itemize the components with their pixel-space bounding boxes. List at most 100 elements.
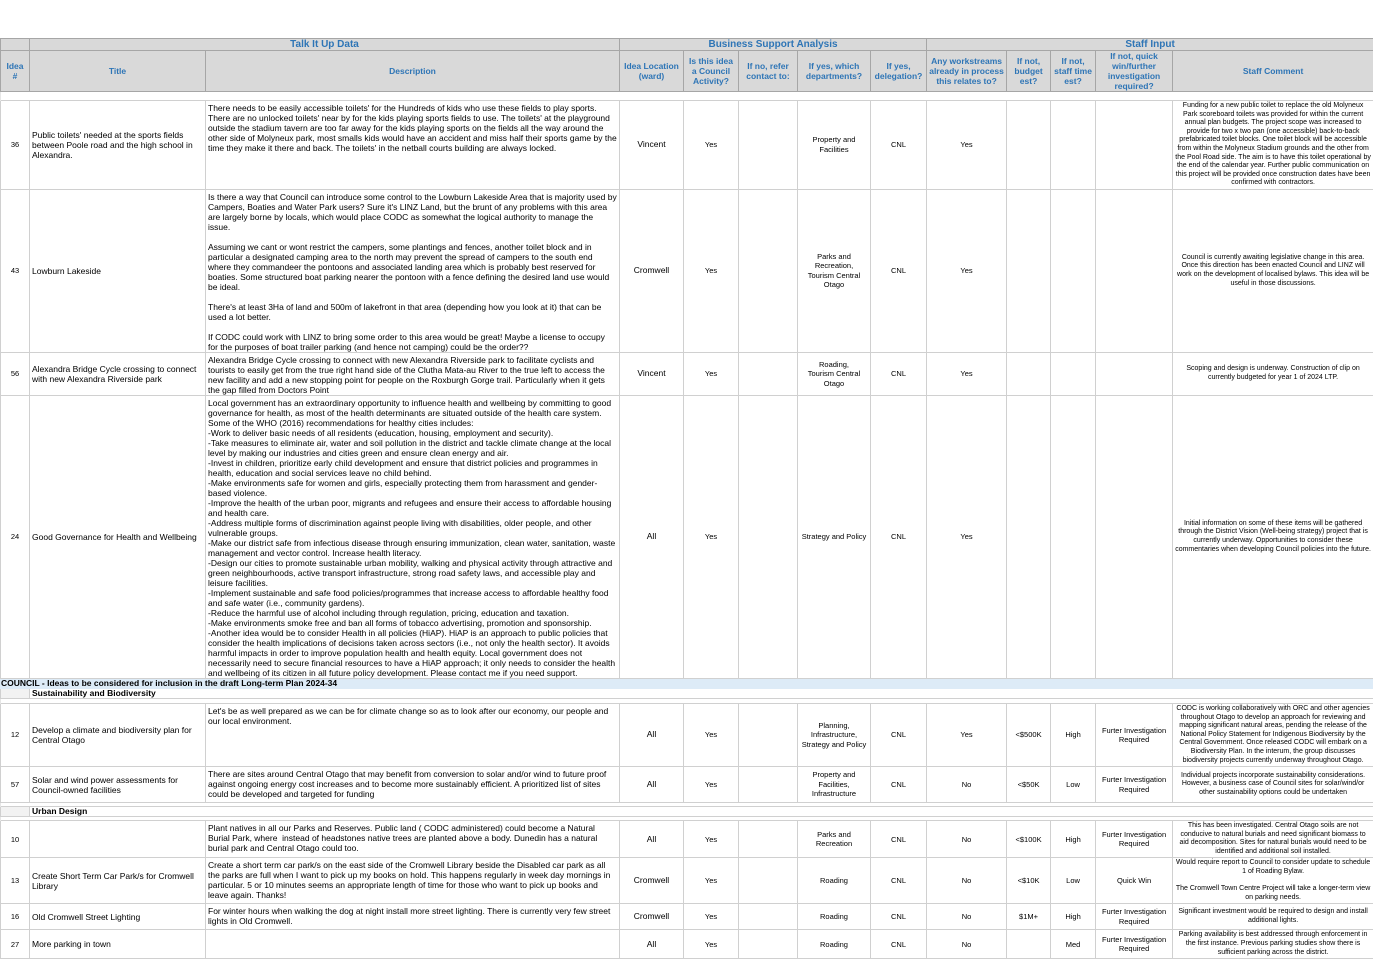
table-row[interactable]: 16Old Cromwell Street LightingFor winter… [1, 904, 1373, 930]
cell-idea-number[interactable]: 10 [1, 821, 30, 858]
cell-refer[interactable] [739, 395, 798, 678]
cell-workstreams[interactable]: Yes [927, 395, 1007, 678]
cell-staff-comment[interactable]: Parking availability is best addressed t… [1173, 930, 1373, 959]
cell-staff-comment[interactable]: Council is currently awaiting legislativ… [1173, 189, 1373, 352]
cell-departments[interactable]: Parks and Recreation, Tourism Central Ot… [798, 189, 871, 352]
cell-budget[interactable]: $1M+ [1007, 904, 1051, 930]
cell-departments[interactable]: Roading, Tourism Central Otago [798, 352, 871, 395]
cell-staff-time[interactable]: Low [1051, 858, 1096, 904]
cell-workstreams[interactable]: No [927, 930, 1007, 959]
table-row[interactable]: 57Solar and wind power assessments for C… [1, 767, 1373, 803]
cell-workstreams[interactable]: Yes [927, 189, 1007, 352]
cell-description[interactable]: For winter hours when walking the dog at… [206, 904, 620, 930]
cell-departments[interactable]: Parks and Recreation [798, 821, 871, 858]
col-header-workstreams[interactable]: Any workstreams already in process this … [927, 51, 1007, 92]
cell-description[interactable]: There are sites around Central Otago tha… [206, 767, 620, 803]
cell-workstreams[interactable]: Yes [927, 352, 1007, 395]
cell-staff-time[interactable] [1051, 189, 1096, 352]
cell-refer[interactable] [739, 101, 798, 190]
cell-location[interactable]: Cromwell [620, 189, 684, 352]
cell-budget[interactable] [1007, 352, 1051, 395]
table-row[interactable]: 24Good Governance for Health and Wellbei… [1, 395, 1373, 678]
cell-staff-time[interactable]: High [1051, 703, 1096, 766]
cell-refer[interactable] [739, 189, 798, 352]
group-header-talk[interactable]: Talk It Up Data [30, 39, 620, 51]
col-header-location[interactable]: Idea Location (ward) [620, 51, 684, 92]
cell-refer[interactable] [739, 703, 798, 766]
cell-workstreams[interactable]: No [927, 767, 1007, 803]
cell-staff-time[interactable] [1051, 352, 1096, 395]
cell-location[interactable]: Cromwell [620, 904, 684, 930]
group-header-staff[interactable]: Staff Input [927, 39, 1373, 51]
cell-idea-number[interactable]: 24 [1, 395, 30, 678]
col-header-departments[interactable]: If yes, which departments? [798, 51, 871, 92]
cell-location[interactable]: Vincent [620, 101, 684, 190]
cell-title[interactable] [30, 821, 206, 858]
cell-staff-comment[interactable]: Initial information on some of these ite… [1173, 395, 1373, 678]
cell-staff-comment[interactable]: Individual projects incorporate sustaina… [1173, 767, 1373, 803]
cell-title[interactable]: Good Governance for Health and Wellbeing [30, 395, 206, 678]
cell-budget[interactable] [1007, 101, 1051, 190]
cell-departments[interactable]: Strategy and Policy [798, 395, 871, 678]
cell-staff-time[interactable] [1051, 395, 1096, 678]
cell-quick-win[interactable]: Furter Investigation Required [1096, 930, 1173, 959]
table-row[interactable]: 56 Alexandra Bridge Cycle crossing to con… [1, 352, 1373, 395]
cell-refer[interactable] [739, 904, 798, 930]
cell-title[interactable]: Create Short Term Car Park/s for Cromwel… [30, 858, 206, 904]
col-header-title[interactable]: Title [30, 51, 206, 92]
cell-idea-number[interactable]: 56 [1, 352, 30, 395]
table-row[interactable]: 12Develop a climate and biodiversity pla… [1, 703, 1373, 766]
cell-quick-win[interactable]: Furter Investigation Required [1096, 703, 1173, 766]
cell-description[interactable]: Local government has an extraordinary op… [206, 395, 620, 678]
cell-location[interactable]: All [620, 767, 684, 803]
cell-location[interactable]: All [620, 703, 684, 766]
table-row[interactable]: 43Lowburn LakesideIs there a way that Co… [1, 189, 1373, 352]
cell-delegation[interactable]: CNL [871, 395, 927, 678]
cell-description[interactable]: Create a short term car park/s on the ea… [206, 858, 620, 904]
cell-title[interactable]: More parking in town [30, 930, 206, 959]
cell-budget[interactable]: <$10K [1007, 858, 1051, 904]
cell-idea-number[interactable]: 13 [1, 858, 30, 904]
cell-council-activity[interactable]: Yes [684, 101, 739, 190]
cell-budget[interactable] [1007, 189, 1051, 352]
cell-idea-number[interactable]: 16 [1, 904, 30, 930]
cell-budget[interactable]: <$50K [1007, 767, 1051, 803]
cell-departments[interactable]: Roading [798, 930, 871, 959]
col-header-staff-time[interactable]: If not, staff time est? [1051, 51, 1096, 92]
table-row[interactable]: 36Public toilets' needed at the sports f… [1, 101, 1373, 190]
table-row[interactable]: 13Create Short Term Car Park/s for Cromw… [1, 858, 1373, 904]
col-header-refer[interactable]: If no, refer contact to: [739, 51, 798, 92]
cell-quick-win[interactable] [1096, 189, 1173, 352]
group-header-business[interactable]: Business Support Analysis [620, 39, 927, 51]
cell-staff-comment[interactable]: CODC is working collaboratively with ORC… [1173, 703, 1373, 766]
cell-quick-win[interactable] [1096, 101, 1173, 190]
cell-title[interactable]: Lowburn Lakeside [30, 189, 206, 352]
cell-quick-win[interactable]: Quick Win [1096, 858, 1173, 904]
cell-delegation[interactable]: CNL [871, 767, 927, 803]
cell-delegation[interactable]: CNL [871, 930, 927, 959]
cell-description[interactable]: Alexandra Bridge Cycle crossing to conne… [206, 352, 620, 395]
cell-budget[interactable] [1007, 930, 1051, 959]
cell-departments[interactable]: Planning, Infrastructure, Strategy and P… [798, 703, 871, 766]
cell-staff-comment[interactable]: This has been investigated. Central Otag… [1173, 821, 1373, 858]
cell-budget[interactable]: <$500K [1007, 703, 1051, 766]
cell-idea-number[interactable]: 36 [1, 101, 30, 190]
col-header-comment[interactable]: Staff Comment [1173, 51, 1373, 92]
cell-title[interactable]: Solar and wind power assessments for Cou… [30, 767, 206, 803]
cell-staff-time[interactable]: High [1051, 821, 1096, 858]
cell-staff-time[interactable]: Low [1051, 767, 1096, 803]
cell-quick-win[interactable]: Furter Investigation Required [1096, 767, 1173, 803]
cell-delegation[interactable]: CNL [871, 101, 927, 190]
cell-title[interactable]: Develop a climate and biodiversity plan … [30, 703, 206, 766]
cell-council-activity[interactable]: Yes [684, 858, 739, 904]
cell-budget[interactable] [1007, 395, 1051, 678]
cell-location[interactable]: Vincent [620, 352, 684, 395]
cell-departments[interactable]: Property and Facilities [798, 101, 871, 190]
col-header-quick-win[interactable]: If not, quick win/further investigation … [1096, 51, 1173, 92]
cell-staff-comment[interactable]: Scoping and design is underway. Construc… [1173, 352, 1373, 395]
cell-council-activity[interactable]: Yes [684, 189, 739, 352]
cell-refer[interactable] [739, 858, 798, 904]
cell-staff-time[interactable] [1051, 101, 1096, 190]
cell-idea-number[interactable]: 27 [1, 930, 30, 959]
cell-delegation[interactable]: CNL [871, 858, 927, 904]
